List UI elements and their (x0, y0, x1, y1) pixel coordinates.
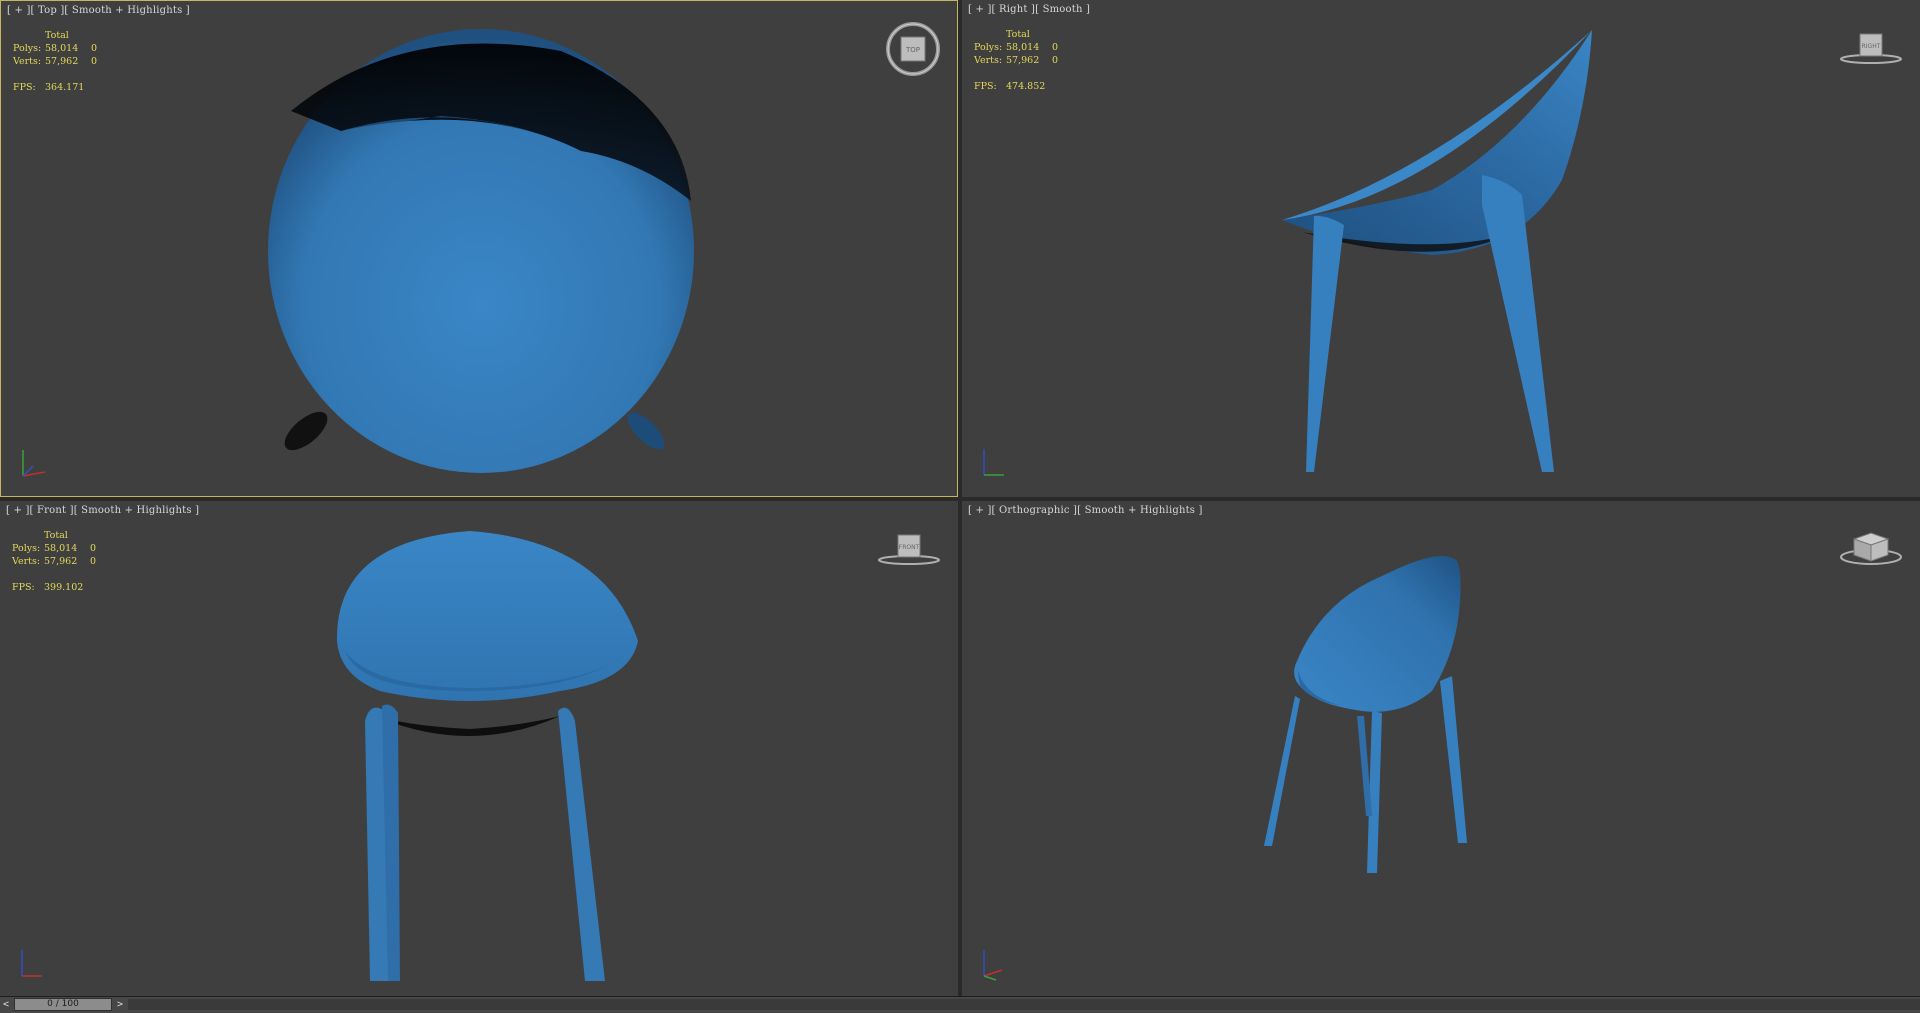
viewcube-icon[interactable] (1838, 527, 1904, 571)
fps-label: FPS: (13, 82, 36, 93)
viewcube-face-label: RIGHT (1862, 43, 1881, 50)
verts-selected: 0 (1052, 55, 1059, 66)
verts-value: 57,962 (44, 556, 78, 567)
polys-selected: 0 (90, 543, 97, 554)
timeline-track[interactable] (128, 999, 1920, 1010)
timeline-next-button[interactable]: > (114, 998, 126, 1011)
fps-label: FPS: (974, 81, 997, 92)
polys-label: Polys: (12, 543, 41, 554)
axis-tripod-icon (22, 450, 46, 477)
stats-overlay: Total Polys: 58,014 0 Verts: 57,962 0 FPS: 47… (974, 28, 1058, 93)
polys-label: Polys: (13, 43, 42, 54)
viewcube-face-label: TOP (905, 46, 920, 54)
timeline-prev-button[interactable]: < (0, 998, 12, 1011)
verts-selected: 0 (90, 556, 97, 567)
fps-value: 399.102 (44, 582, 84, 593)
polys-value: 58,014 (44, 543, 78, 554)
viewport-right[interactable]: [ + ][ Right ][ Smooth ] Total Polys: 58,… (962, 0, 1920, 497)
viewcube-compass-icon[interactable]: TOP (885, 21, 941, 77)
viewport-top[interactable]: [ + ][ Top ][ Smooth + Highlights ] Tota… (0, 0, 958, 497)
verts-value: 57,962 (1006, 55, 1040, 66)
stats-total: Total (1006, 29, 1030, 40)
verts-value: 57,962 (45, 56, 79, 67)
viewport-label[interactable]: [ + ][ Orthographic ][ Smooth + Highligh… (968, 505, 1203, 516)
fps-value: 474.852 (1006, 81, 1046, 92)
polys-label: Polys: (974, 42, 1003, 53)
fps-label: FPS: (12, 582, 35, 593)
time-slider[interactable]: 0 / 100 (14, 998, 112, 1011)
chair-right-view (1282, 30, 1592, 472)
polys-value: 58,014 (45, 43, 79, 54)
viewport-front[interactable]: [ + ][ Front ][ Smooth + Highlights ] To… (0, 501, 958, 996)
polys-selected: 0 (1052, 42, 1059, 53)
verts-label: Verts: (13, 56, 42, 67)
axis-tripod-icon (983, 950, 1003, 981)
timeline-bar: < 0 / 100 > (0, 996, 1920, 1013)
polys-value: 58,014 (1006, 42, 1040, 53)
verts-selected: 0 (91, 56, 98, 67)
fps-value: 364.171 (45, 82, 85, 93)
polys-selected: 0 (91, 43, 98, 54)
stats-total: Total (44, 530, 68, 541)
stats-overlay: Total Polys: 58,014 0 Verts: 57,962 0 FPS: 36… (13, 29, 97, 94)
viewport-label[interactable]: [ + ][ Top ][ Smooth + Highlights ] (7, 5, 190, 16)
chair-top-view (268, 29, 694, 473)
viewport-label[interactable]: [ + ][ Front ][ Smooth + Highlights ] (6, 505, 199, 516)
stats-overlay: Total Polys: 58,014 0 Verts: 57,962 0 FPS: 39… (12, 529, 96, 594)
chair-perspective-view (1264, 556, 1467, 873)
viewcube-icon[interactable]: RIGHT (1838, 26, 1904, 70)
viewcube-face-label: FRONT (899, 544, 920, 551)
verts-label: Verts: (12, 556, 41, 567)
verts-label: Verts: (974, 55, 1003, 66)
axis-tripod-icon (21, 950, 42, 977)
viewport-label[interactable]: [ + ][ Right ][ Smooth ] (968, 4, 1090, 15)
axis-tripod-icon (983, 449, 1004, 476)
viewcube-icon[interactable]: FRONT (876, 527, 942, 571)
stats-total: Total (45, 30, 69, 41)
viewport-orthographic[interactable]: [ + ][ Orthographic ][ Smooth + Highligh… (962, 501, 1920, 996)
chair-front-view (336, 531, 638, 981)
